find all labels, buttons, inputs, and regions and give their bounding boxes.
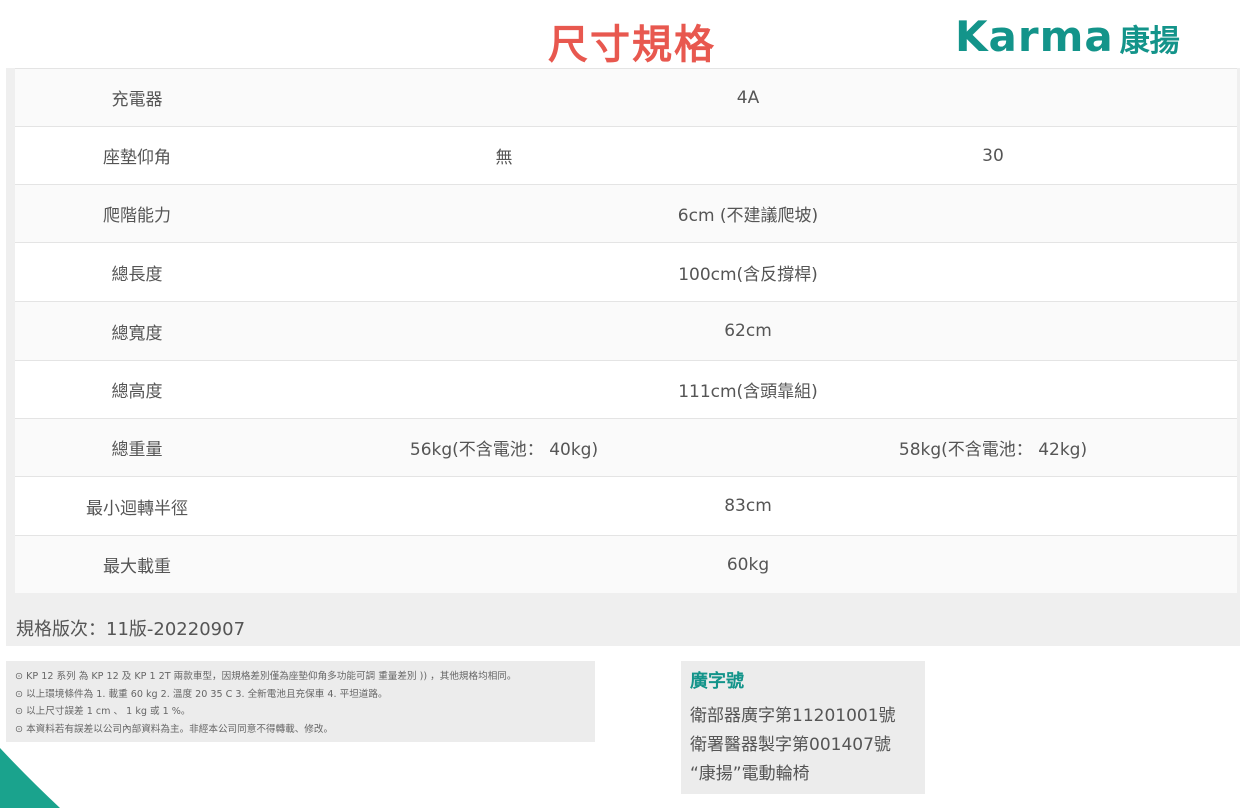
spec-label: 總重量 <box>111 440 163 460</box>
spec-value: 6cm (不建議爬坡) <box>677 206 819 226</box>
spec-value: 60kg <box>726 554 770 575</box>
brand-name-en: Karma <box>955 12 1114 61</box>
brand-logo: Karma 康揚 <box>955 12 1180 61</box>
spec-row-width: 總寬度 62cm <box>15 301 1237 360</box>
spec-label: 爬階能力 <box>103 206 171 226</box>
spec-row-weight: 總重量 56kg(不含電池： 40kg) 58kg(不含電池： 42kg) <box>15 418 1237 476</box>
license-line: “康揚”電動輪椅 <box>690 764 810 784</box>
license-line: 衛部器廣字第11201001號 <box>690 706 896 726</box>
spec-value-model-b: 30 <box>982 145 1004 166</box>
license-box: 廣字號 衛部器廣字第11201001號 衛署醫器製字第001407號 “康揚”電… <box>681 661 925 794</box>
spec-label: 座墊仰角 <box>103 148 171 168</box>
license-title: 廣字號 <box>690 671 744 692</box>
note-item: ⊙ 本資料若有誤差以公司內部資料為主。非經本公司同意不得轉載、修改。 <box>15 723 334 735</box>
spec-label: 總長度 <box>111 264 163 285</box>
spec-label: 總高度 <box>111 382 163 402</box>
spec-version: 規格版次：11版-20220907 <box>16 619 246 640</box>
spec-row-max-load: 最大載重 60kg <box>15 535 1237 593</box>
brand-name-zh: 康揚 <box>1119 24 1180 59</box>
corner-shape <box>0 748 60 808</box>
note-item: ⊙ 以上尺寸誤差 1 cm 、 1 kg 或 1 %。 <box>15 706 191 717</box>
spec-value: 4A <box>736 87 760 108</box>
license-line: 衛署醫器製字第001407號 <box>690 735 891 755</box>
spec-label: 充電器 <box>111 90 163 110</box>
spec-row-charger: 充電器 4A <box>15 68 1237 126</box>
spec-row-seat-angle: 座墊仰角 無 30 <box>15 126 1237 184</box>
note-item: ⊙ 以上環境條件為 1. 載重 60 kg 2. 溫度 20 35 C 3. 全… <box>15 688 388 700</box>
spec-label: 最小迴轉半徑 <box>86 498 188 519</box>
spec-row-turning-radius: 最小迴轉半徑 83cm <box>15 476 1237 535</box>
spec-value: 111cm(含頭靠組) <box>678 382 818 402</box>
spec-value: 62cm <box>724 321 772 341</box>
spec-value: 83cm <box>724 496 772 516</box>
spec-value-model-a: 56kg(不含電池： 40kg) <box>409 440 599 460</box>
spec-label: 總寬度 <box>111 323 163 344</box>
corner-decoration <box>0 748 60 808</box>
spec-panel: 充電器 4A 座墊仰角 無 30 爬階能力 6cm (不建議爬坡) 總長度 10… <box>6 68 1240 646</box>
spec-label: 最大載重 <box>103 557 171 577</box>
spec-row-height: 總高度 111cm(含頭靠組) <box>15 360 1237 418</box>
spec-value-model-b: 58kg(不含電池： 42kg) <box>898 440 1088 460</box>
spec-row-climbing: 爬階能力 6cm (不建議爬坡) <box>15 184 1237 242</box>
spec-row-length: 總長度 100cm(含反撐桿) <box>15 242 1237 301</box>
spec-value-model-a: 無 <box>495 148 513 168</box>
notes-box: ⊙ KP 12 系列 為 KP 12 及 KP 1 2T 兩款車型，因規格差別僅… <box>6 661 595 742</box>
note-item: ⊙ KP 12 系列 為 KP 12 及 KP 1 2T 兩款車型，因規格差別僅… <box>15 671 517 682</box>
spec-value: 100cm(含反撐桿) <box>678 264 818 285</box>
